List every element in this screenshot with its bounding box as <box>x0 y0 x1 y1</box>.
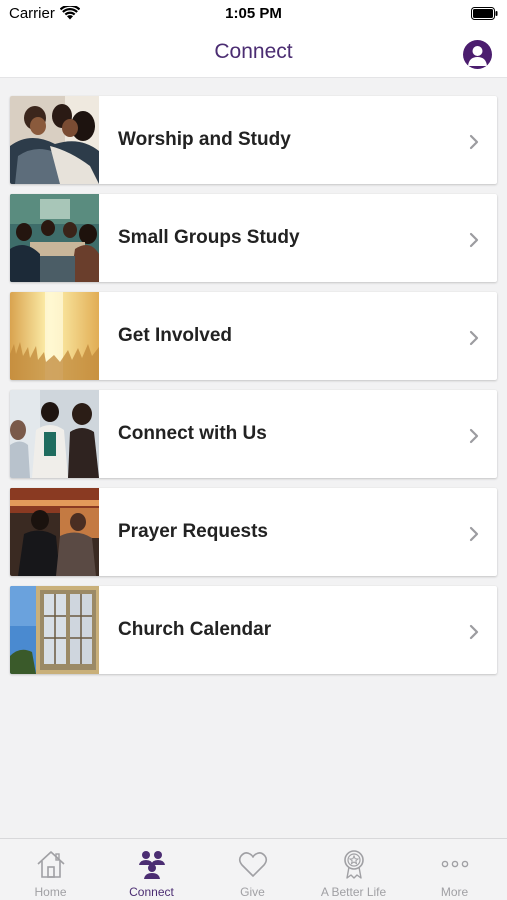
menu-item-small-groups-study[interactable]: Small Groups Study <box>10 194 497 282</box>
menu-item-label: Worship and Study <box>118 129 291 150</box>
menu-item-connect-with-us[interactable]: Connect with Us <box>10 390 497 478</box>
tab-label: More <box>440 885 469 899</box>
tab-give[interactable]: Give <box>202 839 303 900</box>
heart-icon <box>238 852 268 877</box>
people-chatting-photo <box>10 390 99 478</box>
small-group-photo <box>10 194 99 282</box>
tab-more[interactable]: More <box>404 839 505 900</box>
chevron-right-icon <box>469 232 479 248</box>
page-title: Connect <box>214 40 293 63</box>
battery-icon <box>471 7 498 20</box>
status-bar: Carrier 1:05 PM <box>0 0 507 28</box>
chevron-right-icon <box>469 526 479 542</box>
tab-label: Give <box>240 885 265 899</box>
tab-label: A Better Life <box>320 885 387 899</box>
menu-item-label: Small Groups Study <box>118 227 300 248</box>
status-time: 1:05 PM <box>225 5 282 22</box>
prayer-photo <box>10 488 99 576</box>
bottom-tab-bar: Home Connect Give A Better Life More <box>0 838 507 900</box>
tab-home[interactable]: Home <box>0 839 101 900</box>
church-building-photo <box>10 586 99 674</box>
menu-item-label: Church Calendar <box>118 619 272 640</box>
menu-item-label: Get Involved <box>118 325 233 346</box>
people-icon <box>139 851 165 879</box>
navigation-bar: Connect <box>0 28 507 78</box>
menu-item-label: Prayer Requests <box>118 521 268 542</box>
menu-item-worship-and-study[interactable]: Worship and Study <box>10 96 497 184</box>
chevron-right-icon <box>469 330 479 346</box>
chevron-right-icon <box>469 428 479 444</box>
group-hug-photo <box>10 96 99 184</box>
chevron-right-icon <box>469 624 479 640</box>
tab-label: Connect <box>129 885 174 899</box>
more-dots-icon <box>441 860 469 868</box>
menu-item-label: Connect with Us <box>118 423 267 444</box>
tab-label: Home <box>34 885 67 899</box>
chevron-right-icon <box>469 134 479 150</box>
connect-menu-list: Worship and Study Small Groups Study Get… <box>10 96 497 684</box>
menu-item-church-calendar[interactable]: Church Calendar <box>10 586 497 674</box>
raised-hands-photo <box>10 292 99 380</box>
tab-a-better-life[interactable]: A Better Life <box>303 839 404 900</box>
award-ribbon-icon <box>344 850 364 879</box>
profile-button[interactable] <box>463 40 492 69</box>
menu-item-prayer-requests[interactable]: Prayer Requests <box>10 488 497 576</box>
user-avatar-icon <box>468 46 487 66</box>
tab-connect[interactable]: Connect <box>101 839 202 900</box>
house-icon <box>37 851 65 878</box>
menu-item-get-involved[interactable]: Get Involved <box>10 292 497 380</box>
